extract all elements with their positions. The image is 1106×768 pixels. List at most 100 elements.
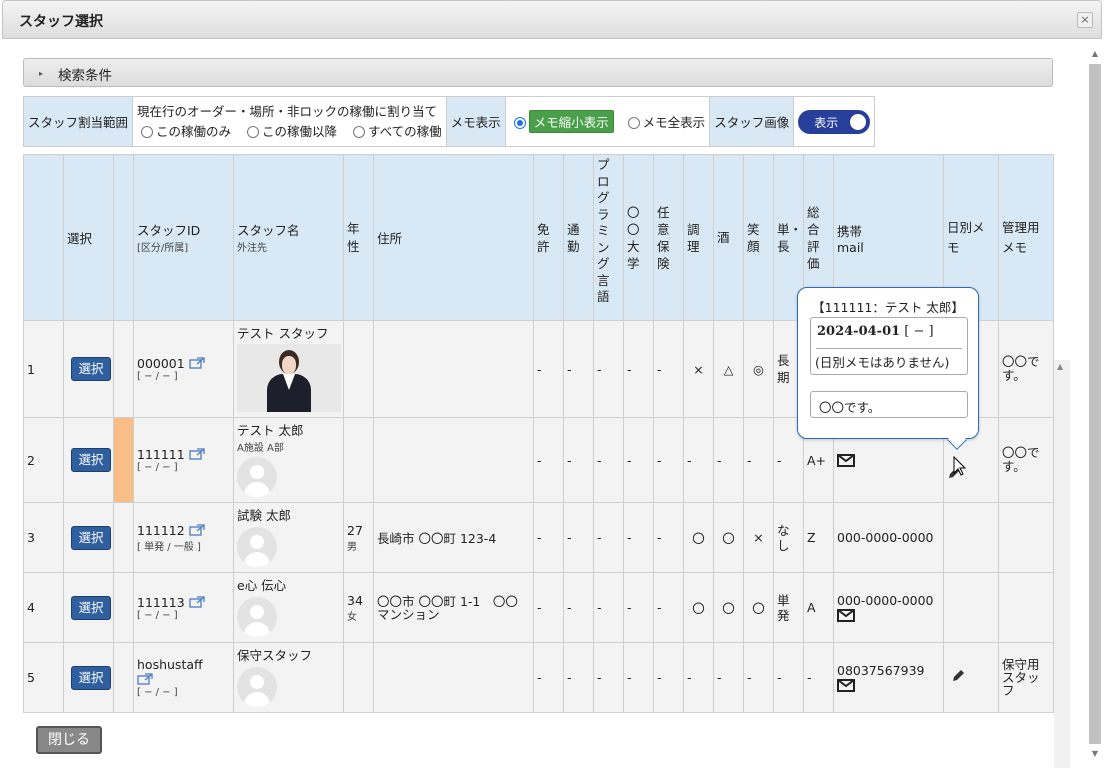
radio-memo-compact[interactable] bbox=[513, 117, 526, 129]
scroll-up-icon[interactable]: ▲ bbox=[1057, 362, 1063, 371]
select-button[interactable]: 選択 bbox=[71, 525, 111, 550]
external-link-icon[interactable] bbox=[189, 357, 205, 369]
table-scrollbar[interactable]: ▲ bbox=[1054, 360, 1070, 768]
staff-division: [ − / − ] bbox=[137, 462, 178, 473]
age-sex-cell: 34 女 bbox=[343, 572, 374, 643]
table-row: 5 選択 hoshustaff[ − / − ] 保守スタッフ - - - - … bbox=[23, 642, 1054, 713]
col-admin-memo[interactable]: 管理用メモ bbox=[998, 154, 1054, 321]
insurance-cell: - bbox=[653, 502, 684, 573]
external-link-icon[interactable] bbox=[137, 673, 153, 685]
pencil-icon[interactable] bbox=[951, 669, 965, 683]
toggle-knob bbox=[850, 113, 867, 130]
external-link-icon[interactable] bbox=[189, 523, 205, 536]
mobile-number: 000-0000-0000 bbox=[837, 592, 934, 608]
mail-icon[interactable] bbox=[837, 678, 855, 692]
col-flag bbox=[113, 154, 134, 321]
mail-icon[interactable] bbox=[837, 453, 855, 467]
mail-icon[interactable] bbox=[837, 608, 855, 622]
flag-cell bbox=[113, 502, 134, 573]
external-link-icon[interactable] bbox=[189, 595, 205, 608]
col-smile[interactable]: 笑顔 bbox=[743, 154, 774, 321]
select-cell: 選択 bbox=[63, 572, 114, 643]
commute-cell: - bbox=[563, 642, 594, 713]
select-cell: 選択 bbox=[63, 320, 114, 418]
popup-divider bbox=[816, 348, 962, 349]
age-sex-cell bbox=[343, 417, 374, 503]
cooking-cell: - bbox=[683, 417, 714, 503]
col-staff-name[interactable]: スタッフ名 外注先 bbox=[233, 154, 344, 321]
close-icon[interactable]: × bbox=[1077, 12, 1093, 28]
select-button[interactable]: 選択 bbox=[71, 357, 111, 381]
table-row: 4 選択 111113[ − / − ] e心 伝心 34 女 〇〇市 〇〇町 1… bbox=[23, 572, 1054, 643]
staff-division: [ 単発 / 一般 ] bbox=[137, 541, 201, 553]
popup-memo-box: 2024-04-01 [ − ] (日別メモはありません) bbox=[810, 317, 968, 375]
external-link-icon[interactable] bbox=[189, 448, 205, 460]
age: 27 bbox=[347, 522, 363, 538]
mobile-number: 08037567939 bbox=[837, 662, 925, 678]
select-cell: 選択 bbox=[63, 642, 114, 713]
col-commute[interactable]: 通勤 bbox=[563, 154, 594, 321]
popup-date-value: 2024-04-01 bbox=[817, 324, 901, 339]
smile-cell: 〇 bbox=[743, 572, 774, 643]
university-cell: - bbox=[623, 417, 654, 503]
dialog-titlebar: スタッフ選択 × bbox=[2, 0, 1102, 39]
alcohol-cell: 〇 bbox=[713, 502, 744, 573]
col-staff-id[interactable]: スタッフID [区分/所属] bbox=[133, 154, 234, 321]
col-cooking[interactable]: 調理 bbox=[683, 154, 714, 321]
radio-this-onward-label[interactable]: この稼働以降 bbox=[262, 124, 337, 139]
col-insurance[interactable]: 任意保険 bbox=[653, 154, 684, 321]
search-conditions-toggle[interactable]: ▸ 検索条件 bbox=[23, 58, 1053, 87]
radio-this-onward[interactable] bbox=[247, 125, 260, 138]
col-alcohol[interactable]: 酒 bbox=[713, 154, 744, 321]
dialog-scrollbar[interactable]: ▲ ▼ bbox=[1087, 46, 1103, 762]
close-button[interactable]: 閉じる bbox=[36, 726, 102, 754]
flag-cell bbox=[113, 572, 134, 643]
age-sex-cell: 27 男 bbox=[343, 502, 374, 573]
admin-memo-text: 保守用スタッフ bbox=[1002, 657, 1040, 698]
radio-all[interactable] bbox=[353, 125, 366, 138]
avatar-placeholder-icon bbox=[237, 667, 277, 707]
select-cell: 選択 bbox=[63, 417, 114, 503]
staff-division: [ − / − ] bbox=[137, 687, 178, 698]
col-smile-label: 笑顔 bbox=[747, 221, 760, 254]
daily-memo-cell bbox=[943, 502, 999, 573]
col-select: 選択 bbox=[63, 154, 114, 321]
staff-division: [ − / − ] bbox=[137, 371, 178, 382]
col-address[interactable]: 住所 bbox=[373, 154, 534, 321]
scrollbar-thumb[interactable] bbox=[1089, 64, 1101, 744]
radio-this-only-label[interactable]: この稼働のみ bbox=[156, 124, 231, 139]
select-button[interactable]: 選択 bbox=[71, 665, 111, 690]
col-university[interactable]: 〇〇大学 bbox=[623, 154, 654, 321]
memo-compact-label[interactable]: メモ縮小表示 bbox=[528, 110, 614, 133]
admin-memo-cell: 〇〇です。 bbox=[998, 417, 1054, 503]
row-no: 2 bbox=[23, 417, 64, 503]
dialog-title: スタッフ選択 bbox=[19, 14, 103, 30]
overall-cell: Z bbox=[803, 502, 834, 573]
single-long-cell: なし bbox=[773, 502, 804, 573]
select-button[interactable]: 選択 bbox=[71, 595, 111, 620]
col-address-label: 住所 bbox=[377, 231, 403, 246]
admin-memo-cell bbox=[998, 502, 1054, 573]
staff-id-cell: 111113[ − / − ] bbox=[133, 572, 234, 643]
col-age-sex[interactable]: 年性 bbox=[343, 154, 374, 321]
admin-memo-cell bbox=[998, 572, 1054, 643]
scroll-up-icon[interactable]: ▲ bbox=[1089, 48, 1101, 60]
select-button[interactable]: 選択 bbox=[71, 448, 111, 472]
radio-this-only[interactable] bbox=[141, 125, 154, 138]
radio-all-label[interactable]: すべての稼働 bbox=[368, 124, 442, 139]
staff-id-cell: 000001[ − / − ] bbox=[133, 320, 234, 418]
staff-photo bbox=[237, 344, 341, 412]
alcohol-cell: △ bbox=[713, 320, 744, 418]
staff-image-toggle[interactable]: 表示 bbox=[798, 109, 871, 134]
avatar-placeholder-icon bbox=[237, 527, 277, 567]
popup-date: 2024-04-01 [ − ] bbox=[817, 324, 934, 339]
memo-full-label[interactable]: メモ全表示 bbox=[643, 115, 706, 130]
col-license[interactable]: 免許 bbox=[533, 154, 564, 321]
scroll-down-icon[interactable]: ▼ bbox=[1089, 748, 1101, 760]
license-cell: - bbox=[533, 502, 564, 573]
select-cell: 選択 bbox=[63, 502, 114, 573]
col-programming[interactable]: プログラミング言語 bbox=[593, 154, 624, 321]
radio-memo-full[interactable] bbox=[627, 117, 640, 129]
row-no: 5 bbox=[23, 642, 64, 713]
col-staff-name-label: スタッフ名 bbox=[237, 222, 300, 238]
